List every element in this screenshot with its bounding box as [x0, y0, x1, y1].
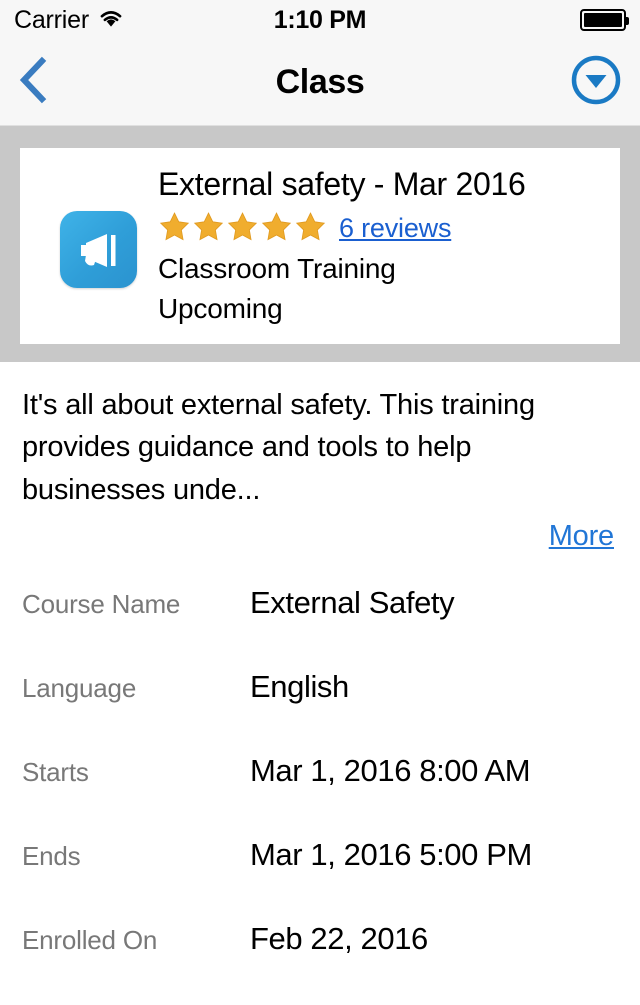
course-card-band: External safety - Mar 2016 6 reviews Cla…	[0, 126, 640, 362]
table-row: Course Name External Safety	[22, 585, 618, 669]
table-row: Language English	[22, 669, 618, 753]
detail-value: Feb 22, 2016	[250, 920, 428, 956]
megaphone-icon	[59, 211, 137, 288]
status-bar: Carrier 1:10 PM	[0, 0, 640, 40]
star-rating	[158, 210, 327, 248]
course-card[interactable]: External safety - Mar 2016 6 reviews Cla…	[20, 148, 620, 344]
rating-row: 6 reviews	[158, 210, 604, 248]
page-title: Class	[275, 63, 365, 101]
detail-value: External Safety	[250, 584, 455, 620]
detail-label: Course Name	[22, 588, 181, 619]
star-filled-icon	[158, 210, 191, 248]
carrier-label: Carrier	[14, 5, 89, 34]
star-filled-icon	[226, 210, 259, 248]
table-row: Starts Mar 1, 2016 8:00 AM	[22, 753, 618, 837]
course-info: External safety - Mar 2016 6 reviews Cla…	[148, 166, 604, 328]
more-row: More	[22, 512, 618, 553]
wifi-icon	[98, 8, 124, 33]
battery-full-icon	[580, 9, 629, 31]
more-link[interactable]: More	[549, 520, 614, 552]
circle-chevron-down-icon	[570, 54, 622, 111]
back-button[interactable]	[18, 55, 62, 110]
star-filled-icon	[260, 210, 293, 248]
description-text: It's all about external safety. This tra…	[22, 388, 535, 506]
table-row: Enrolled On Feb 22, 2016	[22, 921, 618, 1005]
description-section: It's all about external safety. This tra…	[0, 362, 640, 553]
detail-label: Enrolled On	[22, 924, 158, 955]
course-status-label: Upcoming	[158, 292, 283, 324]
table-row: Ends Mar 1, 2016 5:00 PM	[22, 837, 618, 921]
detail-value: English	[250, 668, 349, 704]
detail-label: Starts	[22, 756, 89, 787]
chevron-left-icon	[18, 55, 48, 110]
course-type-label: Classroom Training	[158, 252, 396, 284]
dropdown-action-button[interactable]	[570, 54, 622, 111]
status-bar-left: Carrier	[14, 6, 124, 35]
details-section: Course Name External Safety Language Eng…	[0, 553, 640, 1005]
course-icon-container	[48, 166, 148, 288]
detail-label: Language	[22, 672, 137, 703]
detail-value: Mar 1, 2016 8:00 AM	[250, 752, 531, 788]
star-filled-icon	[192, 210, 225, 248]
status-bar-right	[580, 9, 629, 31]
reviews-link[interactable]: 6 reviews	[339, 213, 451, 244]
navigation-bar: Class	[0, 40, 640, 126]
star-filled-icon	[294, 210, 327, 248]
course-title: External safety - Mar 2016	[158, 166, 526, 202]
detail-value: Mar 1, 2016 5:00 PM	[250, 836, 532, 872]
detail-label: Ends	[22, 840, 81, 871]
